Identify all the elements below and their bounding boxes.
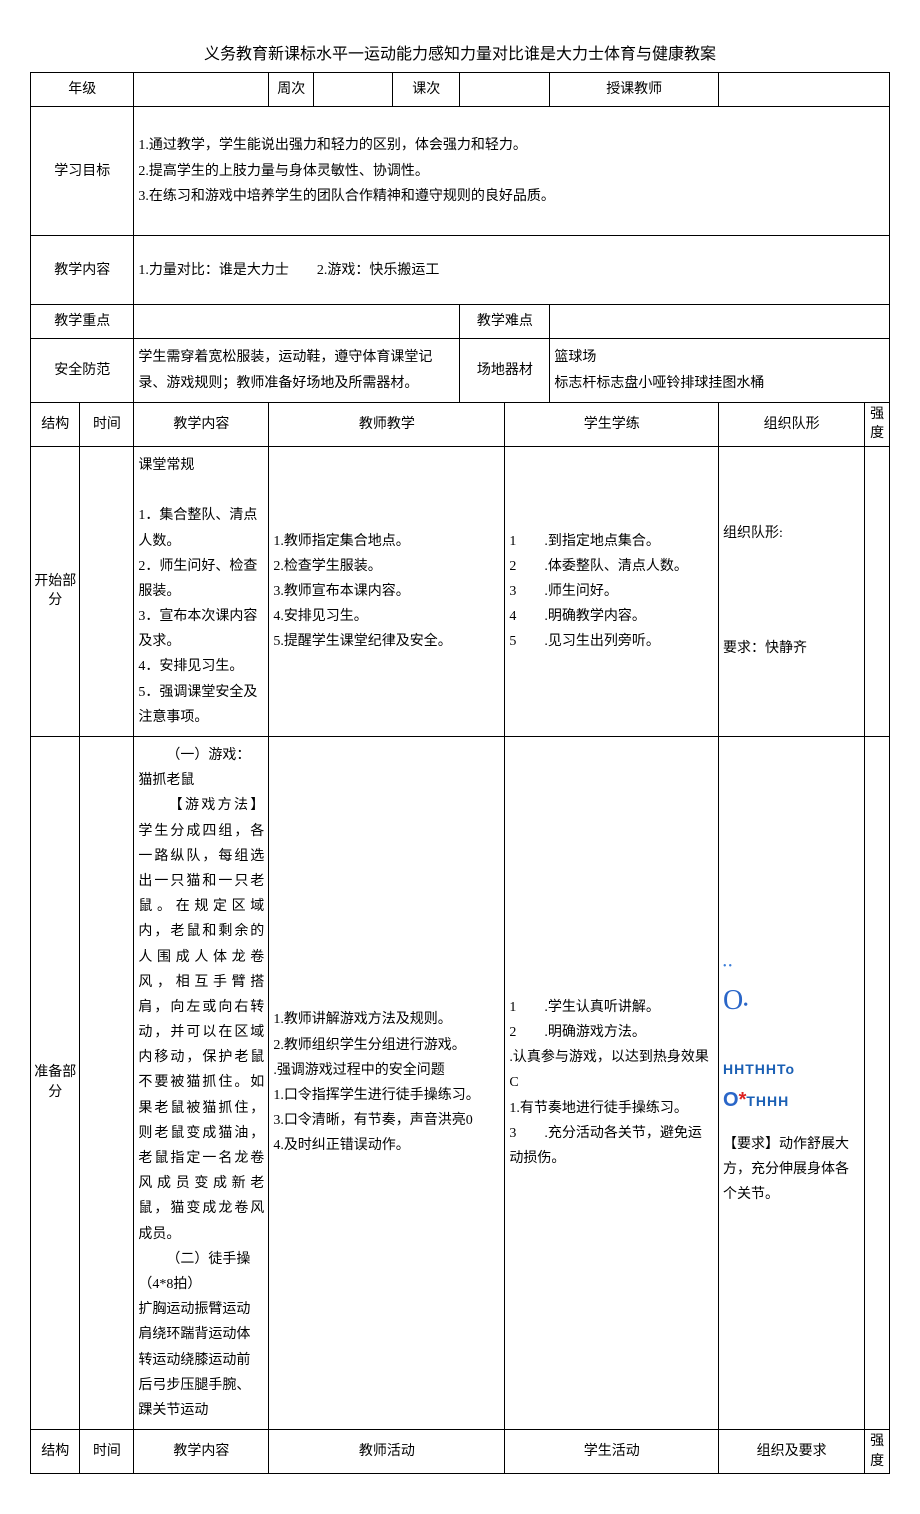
prep-xsxl: 1 .学生认真听讲解。 2 .明确游戏方法。 .认真参与游戏，以达到热身效果C … <box>505 737 719 1430</box>
diff-point-label: 教学难点 <box>460 305 550 339</box>
diff-point-value <box>550 305 890 339</box>
prep-jxnr-p1: （一）游戏：猫抓老鼠 <box>138 743 264 793</box>
start-time-cell <box>80 446 134 736</box>
col2-jxnr: 教学内容 <box>134 1430 269 1474</box>
col2-qd: 强度 <box>865 1430 890 1474</box>
formation-circle-icon: O• <box>723 976 860 1026</box>
start-xsxl: 1 .到指定地点集合。 2 .体委整队、清点人数。 3 .师生问好。 4 .明确… <box>505 446 719 736</box>
prep-row: 准备部分 （一）游戏：猫抓老鼠 【游戏方法】学生分成四组，各一路纵队，每组选出一… <box>31 737 890 1430</box>
objectives-label: 学习目标 <box>31 107 134 236</box>
grade-value-cell <box>134 73 269 107</box>
col-jsjx: 教师教学 <box>269 402 505 446</box>
doc-title: 义务教育新课标水平一运动能力感知力量对比谁是大力士体育与健康教案 <box>30 40 890 64</box>
prep-zzdx-req: 【要求】动作舒展大方，充分伸展身体各个关节。 <box>723 1132 860 1208</box>
prep-jxnr-p2: 【游戏方法】学生分成四组，各一路纵队，每组选出一只猫和一只老鼠。在规定区域内，老… <box>138 793 264 1246</box>
safety-text: 学生需穿着宽松服装，运动鞋，遵守体育课堂记录、游戏规则；教师准备好场地及所需器材… <box>134 339 460 402</box>
content-row: 教学内容 1.力量对比：谁是大力士 2.游戏：快乐搬运工 <box>31 236 890 305</box>
focus-row: 教学重点 教学难点 <box>31 305 890 339</box>
start-qd-cell <box>865 446 890 736</box>
col-xsxl: 学生学练 <box>505 402 719 446</box>
col2-struct: 结构 <box>31 1430 80 1474</box>
start-section-label: 开始部分 <box>31 446 80 736</box>
content-text: 1.力量对比：谁是大力士 2.游戏：快乐搬运工 <box>134 236 890 305</box>
col-time: 时间 <box>80 402 134 446</box>
safety-label: 安全防范 <box>31 339 134 402</box>
grade-label: 年级 <box>31 73 134 107</box>
prep-zzdx: •• O• HHTHHTo O*THHH 【要求】动作舒展大方，充分伸展身体各个… <box>719 737 865 1430</box>
content-label: 教学内容 <box>31 236 134 305</box>
col2-zzjyq: 组织及要求 <box>719 1430 865 1474</box>
formation-dots-icon: •• <box>723 958 860 976</box>
start-zzdx: 组织队形: 要求：快静齐 <box>719 446 865 736</box>
prep-jxnr: （一）游戏：猫抓老鼠 【游戏方法】学生分成四组，各一路纵队，每组选出一只猫和一只… <box>134 737 269 1430</box>
col2-xshd: 学生活动 <box>505 1430 719 1474</box>
col2-jshd: 教师活动 <box>269 1430 505 1474</box>
col-qd: 强度 <box>865 402 890 446</box>
formation-row-1-icon: HHTHHTo <box>723 1057 860 1082</box>
obj-line-1: 1.通过教学，学生能说出强力和轻力的区别，体会强力和轻力。 <box>138 133 885 158</box>
start-jxnr: 课堂常规 1．集合整队、清点人数。 2．师生问好、检查服装。 3．宣布本次课内容… <box>134 446 269 736</box>
prep-qd-cell <box>865 737 890 1430</box>
start-jsjx: 1.教师指定集合地点。 2.检查学生服装。 3.教师宣布本课内容。 4.安排见习… <box>269 446 505 736</box>
col2-time: 时间 <box>80 1430 134 1474</box>
obj-line-2: 2.提高学生的上肢力量与身体灵敏性、协调性。 <box>138 159 885 184</box>
week-value-cell <box>314 73 393 107</box>
start-zzdx-top: 组织队形: <box>723 521 860 546</box>
key-point-value <box>134 305 460 339</box>
lesson-num-label: 课次 <box>392 73 459 107</box>
col-header-row-1: 结构 时间 教学内容 教师教学 学生学练 组织队形 强度 <box>31 402 890 446</box>
prep-jxnr-p4: 扩胸运动振臂运动肩绕环踹背运动体转运动绕膝运动前后弓步压腿手腕、踝关节运动 <box>138 1297 264 1423</box>
col-struct: 结构 <box>31 402 80 446</box>
start-row: 开始部分 课堂常规 1．集合整队、清点人数。 2．师生问好、检查服装。 3．宣布… <box>31 446 890 736</box>
equip-text: 篮球场 标志杆标志盘小哑铃排球挂图水桶 <box>550 339 890 402</box>
objectives-row: 学习目标 1.通过教学，学生能说出强力和轻力的区别，体会强力和轻力。 2.提高学… <box>31 107 890 236</box>
obj-line-3: 3.在练习和游戏中培养学生的团队合作精神和遵守规则的良好品质。 <box>138 184 885 209</box>
safety-row: 安全防范 学生需穿着宽松服装，运动鞋，遵守体育课堂记录、游戏规则；教师准备好场地… <box>31 339 890 402</box>
week-label: 周次 <box>269 73 314 107</box>
prep-jxnr-p3: （二）徒手操（4*8拍） <box>138 1247 264 1297</box>
formation-row-2-icon: O*THHH <box>723 1082 860 1118</box>
prep-section-label: 准备部分 <box>31 737 80 1430</box>
teacher-label: 授课教师 <box>550 73 719 107</box>
col-jxnr: 教学内容 <box>134 402 269 446</box>
prep-jsjx: 1.教师讲解游戏方法及规则。 2.教师组织学生分组进行游戏。 .强调游戏过程中的… <box>269 737 505 1430</box>
header-row: 年级 周次 课次 授课教师 <box>31 73 890 107</box>
key-point-label: 教学重点 <box>31 305 134 339</box>
col-header-row-2: 结构 时间 教学内容 教师活动 学生活动 组织及要求 强度 <box>31 1430 890 1474</box>
start-zzdx-bottom: 要求：快静齐 <box>723 636 860 661</box>
teacher-value-cell <box>719 73 890 107</box>
prep-time-cell <box>80 737 134 1430</box>
lesson-num-value-cell <box>460 73 550 107</box>
objectives-content: 1.通过教学，学生能说出强力和轻力的区别，体会强力和轻力。 2.提高学生的上肢力… <box>134 107 890 236</box>
equip-label: 场地器材 <box>460 339 550 402</box>
lesson-plan-table: 年级 周次 课次 授课教师 学习目标 1.通过教学，学生能说出强力和轻力的区别，… <box>30 72 890 1474</box>
col-zzdx: 组织队形 <box>719 402 865 446</box>
